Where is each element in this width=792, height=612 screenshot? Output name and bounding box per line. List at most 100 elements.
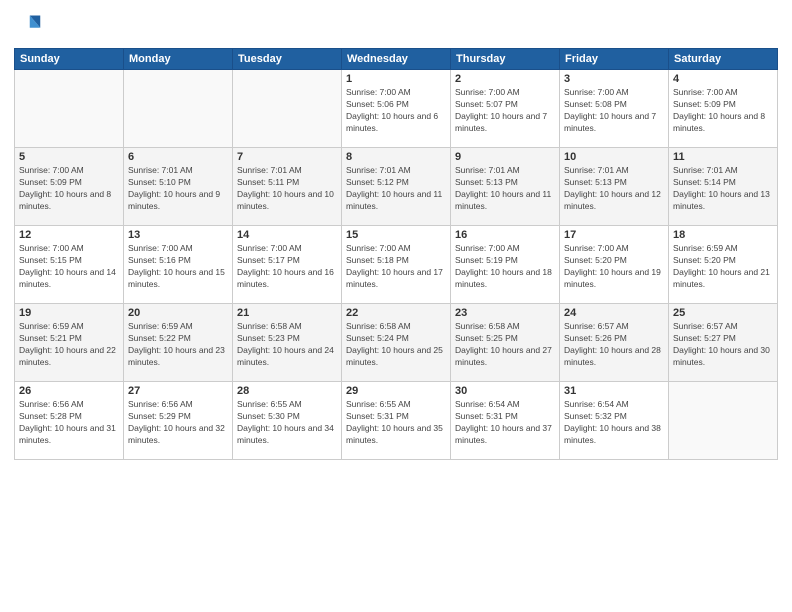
weekday-tuesday: Tuesday xyxy=(233,49,342,70)
day-info: Sunrise: 7:00 AMSunset: 5:06 PMDaylight:… xyxy=(346,87,446,135)
calendar-cell: 26 Sunrise: 6:56 AMSunset: 5:28 PMDayligh… xyxy=(15,382,124,460)
calendar-cell: 9Sunrise: 7:01 AMSunset: 5:13 PMDaylight… xyxy=(451,148,560,226)
calendar-cell: 29Sunrise: 6:55 AMSunset: 5:31 PMDayligh… xyxy=(342,382,451,460)
day-number: 11 xyxy=(673,151,773,163)
day-info: Sunrise: 6:55 AMSunset: 5:30 PMDaylight:… xyxy=(237,399,337,447)
day-number: 1 xyxy=(346,73,446,85)
day-number: 23 xyxy=(455,307,555,319)
day-number: 28 xyxy=(237,385,337,397)
day-info: Sunrise: 6:58 AMSunset: 5:23 PMDaylight:… xyxy=(237,321,337,369)
calendar-cell: 19Sunrise: 6:59 AMSunset: 5:21 PMDayligh… xyxy=(15,304,124,382)
day-info: Sunrise: 6:57 AMSunset: 5:27 PMDaylight:… xyxy=(673,321,773,369)
calendar-cell: 31Sunrise: 6:54 AMSunset: 5:32 PMDayligh… xyxy=(560,382,669,460)
day-info: Sunrise: 6:57 AMSunset: 5:26 PMDaylight:… xyxy=(564,321,664,369)
day-number: 24 xyxy=(564,307,664,319)
weekday-sunday: Sunday xyxy=(15,49,124,70)
calendar-cell: 3Sunrise: 7:00 AMSunset: 5:08 PMDaylight… xyxy=(560,70,669,148)
weekday-thursday: Thursday xyxy=(451,49,560,70)
day-number: 16 xyxy=(455,229,555,241)
calendar-cell: 5 Sunrise: 7:00 AMSunset: 5:09 PMDaylight… xyxy=(15,148,124,226)
header xyxy=(14,12,778,40)
day-info: Sunrise: 7:00 AMSunset: 5:20 PMDaylight:… xyxy=(564,243,664,291)
day-number: 22 xyxy=(346,307,446,319)
day-info: Sunrise: 7:00 AMSunset: 5:09 PMDaylight:… xyxy=(19,165,119,213)
calendar-table: SundayMondayTuesdayWednesdayThursdayFrid… xyxy=(14,48,778,460)
day-info: Sunrise: 7:01 AMSunset: 5:14 PMDaylight:… xyxy=(673,165,773,213)
day-info: Sunrise: 6:58 AMSunset: 5:25 PMDaylight:… xyxy=(455,321,555,369)
day-number: 30 xyxy=(455,385,555,397)
day-number: 13 xyxy=(128,229,228,241)
day-number: 2 xyxy=(455,73,555,85)
day-info: Sunrise: 6:56 AMSunset: 5:29 PMDaylight:… xyxy=(128,399,228,447)
calendar-cell: 20Sunrise: 6:59 AMSunset: 5:22 PMDayligh… xyxy=(124,304,233,382)
calendar-cell: 28 Sunrise: 6:55 AMSunset: 5:30 PMDayligh… xyxy=(233,382,342,460)
day-number: 20 xyxy=(128,307,228,319)
logo xyxy=(14,12,46,40)
day-info: Sunrise: 7:00 AMSunset: 5:17 PMDaylight:… xyxy=(237,243,337,291)
calendar-cell: 16 Sunrise: 7:00 AMSunset: 5:19 PMDayligh… xyxy=(451,226,560,304)
calendar-cell: 11 Sunrise: 7:01 AMSunset: 5:14 PMDayligh… xyxy=(669,148,778,226)
calendar-cell: 30 Sunrise: 6:54 AMSunset: 5:31 PMDayligh… xyxy=(451,382,560,460)
day-number: 25 xyxy=(673,307,773,319)
day-number: 18 xyxy=(673,229,773,241)
calendar-cell: 27 Sunrise: 6:56 AMSunset: 5:29 PMDayligh… xyxy=(124,382,233,460)
day-info: Sunrise: 7:01 AMSunset: 5:12 PMDaylight:… xyxy=(346,165,446,213)
calendar-cell: 12 Sunrise: 7:00 AMSunset: 5:15 PMDayligh… xyxy=(15,226,124,304)
calendar-cell: 1 Sunrise: 7:00 AMSunset: 5:06 PMDaylight… xyxy=(342,70,451,148)
calendar-cell: 8 Sunrise: 7:01 AMSunset: 5:12 PMDaylight… xyxy=(342,148,451,226)
calendar-cell: 17 Sunrise: 7:00 AMSunset: 5:20 PMDayligh… xyxy=(560,226,669,304)
day-number: 26 xyxy=(19,385,119,397)
calendar-cell: 25 Sunrise: 6:57 AMSunset: 5:27 PMDayligh… xyxy=(669,304,778,382)
calendar-cell: 24 Sunrise: 6:57 AMSunset: 5:26 PMDayligh… xyxy=(560,304,669,382)
day-number: 4 xyxy=(673,73,773,85)
calendar-cell: 23 Sunrise: 6:58 AMSunset: 5:25 PMDayligh… xyxy=(451,304,560,382)
calendar-cell: 13Sunrise: 7:00 AMSunset: 5:16 PMDayligh… xyxy=(124,226,233,304)
calendar-week-4: 19Sunrise: 6:59 AMSunset: 5:21 PMDayligh… xyxy=(15,304,778,382)
day-info: Sunrise: 6:59 AMSunset: 5:21 PMDaylight:… xyxy=(19,321,119,369)
calendar-week-2: 5 Sunrise: 7:00 AMSunset: 5:09 PMDaylight… xyxy=(15,148,778,226)
day-info: Sunrise: 7:01 AMSunset: 5:13 PMDaylight:… xyxy=(564,165,664,213)
day-info: Sunrise: 7:01 AMSunset: 5:11 PMDaylight:… xyxy=(237,165,337,213)
calendar-cell: 15 Sunrise: 7:00 AMSunset: 5:18 PMDayligh… xyxy=(342,226,451,304)
day-info: Sunrise: 6:58 AMSunset: 5:24 PMDaylight:… xyxy=(346,321,446,369)
calendar-cell: 21 Sunrise: 6:58 AMSunset: 5:23 PMDayligh… xyxy=(233,304,342,382)
day-number: 7 xyxy=(237,151,337,163)
weekday-header-row: SundayMondayTuesdayWednesdayThursdayFrid… xyxy=(15,49,778,70)
day-number: 17 xyxy=(564,229,664,241)
calendar-cell: 4 Sunrise: 7:00 AMSunset: 5:09 PMDaylight… xyxy=(669,70,778,148)
day-info: Sunrise: 6:54 AMSunset: 5:32 PMDaylight:… xyxy=(564,399,664,447)
day-info: Sunrise: 7:00 AMSunset: 5:18 PMDaylight:… xyxy=(346,243,446,291)
calendar-cell xyxy=(124,70,233,148)
calendar-cell: 6 Sunrise: 7:01 AMSunset: 5:10 PMDaylight… xyxy=(124,148,233,226)
day-info: Sunrise: 7:00 AMSunset: 5:08 PMDaylight:… xyxy=(564,87,664,135)
calendar-cell xyxy=(15,70,124,148)
page: SundayMondayTuesdayWednesdayThursdayFrid… xyxy=(0,0,792,612)
weekday-friday: Friday xyxy=(560,49,669,70)
day-info: Sunrise: 7:01 AMSunset: 5:10 PMDaylight:… xyxy=(128,165,228,213)
calendar-week-3: 12 Sunrise: 7:00 AMSunset: 5:15 PMDayligh… xyxy=(15,226,778,304)
calendar-cell: 2 Sunrise: 7:00 AMSunset: 5:07 PMDaylight… xyxy=(451,70,560,148)
day-number: 21 xyxy=(237,307,337,319)
day-info: Sunrise: 6:54 AMSunset: 5:31 PMDaylight:… xyxy=(455,399,555,447)
day-number: 29 xyxy=(346,385,446,397)
day-number: 5 xyxy=(19,151,119,163)
day-info: Sunrise: 7:00 AMSunset: 5:07 PMDaylight:… xyxy=(455,87,555,135)
day-number: 12 xyxy=(19,229,119,241)
weekday-wednesday: Wednesday xyxy=(342,49,451,70)
day-info: Sunrise: 7:01 AMSunset: 5:13 PMDaylight:… xyxy=(455,165,555,213)
day-info: Sunrise: 6:56 AMSunset: 5:28 PMDaylight:… xyxy=(19,399,119,447)
calendar-cell: 14 Sunrise: 7:00 AMSunset: 5:17 PMDayligh… xyxy=(233,226,342,304)
day-info: Sunrise: 7:00 AMSunset: 5:09 PMDaylight:… xyxy=(673,87,773,135)
day-number: 8 xyxy=(346,151,446,163)
calendar-cell: 22 Sunrise: 6:58 AMSunset: 5:24 PMDayligh… xyxy=(342,304,451,382)
day-number: 27 xyxy=(128,385,228,397)
logo-icon xyxy=(14,12,42,40)
day-number: 15 xyxy=(346,229,446,241)
day-number: 14 xyxy=(237,229,337,241)
day-info: Sunrise: 7:00 AMSunset: 5:19 PMDaylight:… xyxy=(455,243,555,291)
day-number: 10 xyxy=(564,151,664,163)
day-number: 6 xyxy=(128,151,228,163)
weekday-monday: Monday xyxy=(124,49,233,70)
calendar-cell: 10 Sunrise: 7:01 AMSunset: 5:13 PMDayligh… xyxy=(560,148,669,226)
day-info: Sunrise: 7:00 AMSunset: 5:15 PMDaylight:… xyxy=(19,243,119,291)
